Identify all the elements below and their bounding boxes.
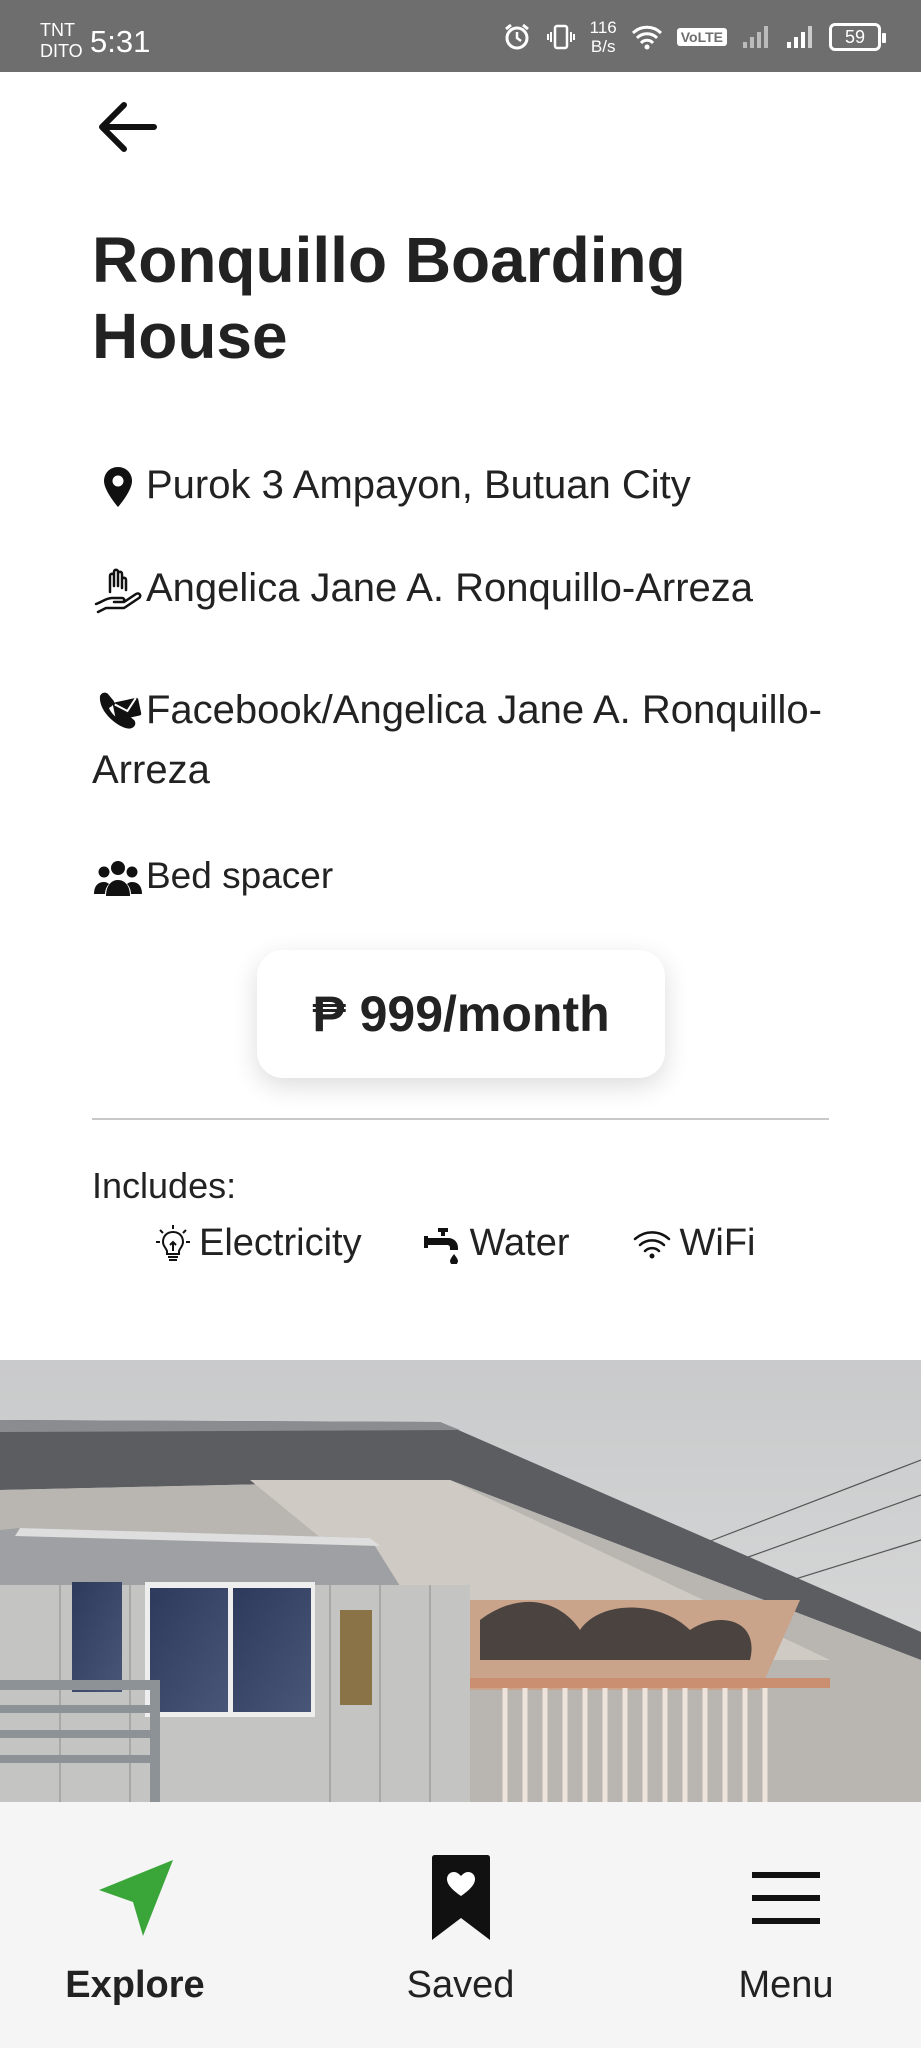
amenity-water: Water: [423, 1222, 570, 1265]
volte-badge: VoLTE: [676, 28, 727, 46]
hand-heart-icon: [94, 568, 142, 614]
carrier-bottom: DITO: [40, 41, 83, 61]
room-type-text: Bed spacer: [146, 855, 334, 896]
wifi-status-icon: [631, 25, 662, 50]
contact-text: Facebook/Angelica Jane A. Ronquillo-Arre…: [92, 688, 822, 792]
location-row: Purok 3 Ampayon, Butuan City: [92, 455, 691, 515]
status-icons: 116 B/s VoLTE 59: [502, 18, 886, 56]
status-bar: TNT DITO 5:31 116 B/s VoLTE 59: [0, 0, 921, 72]
listing-title: Ronquillo Boarding House: [92, 224, 686, 372]
navigation-arrow-icon: [99, 1860, 173, 1936]
room-type-row: Bed spacer: [92, 846, 333, 906]
vibrate-icon: [546, 24, 575, 50]
back-arrow-icon: [99, 102, 157, 152]
nav-explore[interactable]: Explore: [60, 1852, 210, 2048]
price-card: ₱ 999/month: [257, 950, 665, 1078]
signal-1-icon: [743, 26, 768, 48]
faucet-icon: [423, 1227, 458, 1264]
status-time: 5:31: [90, 24, 151, 59]
amenities-list: Electricity Water WiFi: [155, 1222, 755, 1265]
location-pin-icon: [104, 467, 132, 508]
nav-saved-label: Saved: [406, 1964, 515, 2006]
net-speed: 116 B/s: [589, 18, 617, 56]
bookmark-heart-icon: [431, 1855, 490, 1940]
house-image: [0, 1360, 921, 1802]
owner-row: Angelica Jane A. Ronquillo-Arreza: [92, 558, 753, 618]
price-text: ₱ 999/month: [312, 986, 610, 1042]
alarm-icon: [504, 23, 529, 50]
owner-text: Angelica Jane A. Ronquillo-Arreza: [146, 566, 754, 610]
users-icon: [94, 861, 142, 897]
wifi-icon: [633, 1230, 670, 1258]
amenity-wifi: WiFi: [632, 1222, 755, 1265]
nav-explore-label: Explore: [65, 1964, 205, 2006]
bottom-navigation: Explore Saved Menu: [0, 1802, 921, 2048]
nav-menu-label: Menu: [738, 1964, 834, 2006]
nav-saved[interactable]: Saved: [386, 1852, 536, 2048]
contact-row[interactable]: Facebook/Angelica Jane A. Ronquillo-Arre…: [92, 680, 852, 800]
amenity-electricity: Electricity: [155, 1222, 362, 1265]
lightbulb-icon: [156, 1224, 190, 1261]
battery-indicator: 59: [829, 23, 886, 51]
signal-2-icon: [787, 26, 812, 48]
includes-label: Includes:: [92, 1165, 237, 1206]
carrier-label: TNT DITO: [40, 20, 83, 62]
nav-menu[interactable]: Menu: [711, 1852, 861, 2048]
hamburger-menu-icon: [752, 1872, 820, 1924]
carrier-top: TNT: [40, 20, 75, 40]
listing-photo[interactable]: [0, 1360, 921, 1802]
phone-icon: [99, 693, 142, 730]
back-button[interactable]: [92, 92, 162, 162]
location-text: Purok 3 Ampayon, Butuan City: [146, 463, 691, 507]
divider: [92, 1118, 829, 1120]
